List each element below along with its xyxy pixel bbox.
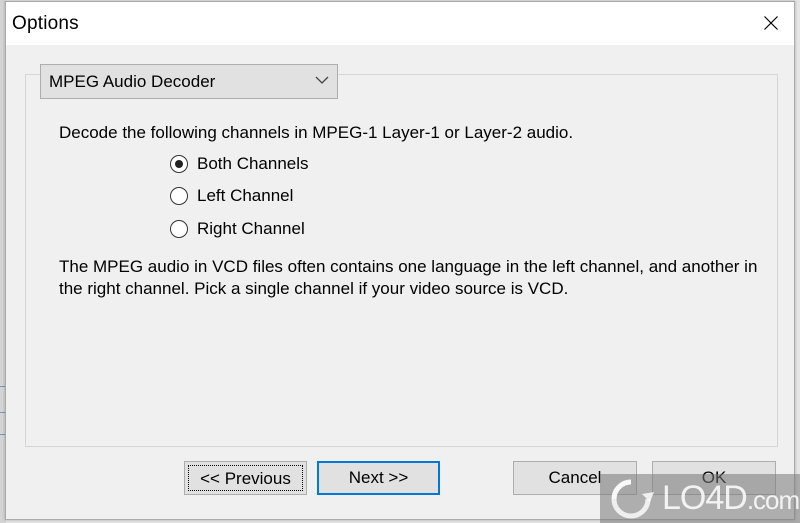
close-icon	[764, 16, 778, 30]
options-dialog: Options MPEG Audio Decoder Decode the fo…	[5, 1, 795, 520]
lo4d-watermark: LO4D.com	[600, 474, 800, 523]
decoder-select[interactable]: MPEG Audio Decoder	[40, 64, 338, 99]
radio-button[interactable]	[170, 220, 188, 238]
decoder-select-value: MPEG Audio Decoder	[49, 72, 216, 91]
chevron-down-icon	[315, 76, 329, 84]
radio-label: Both Channels	[197, 154, 309, 173]
window-title: Options	[12, 13, 79, 34]
close-button[interactable]	[748, 2, 794, 45]
lo4d-logo-icon	[611, 479, 654, 519]
title-bar: Options	[6, 2, 794, 45]
radio-label: Left Channel	[197, 186, 294, 205]
radio-button[interactable]	[170, 187, 188, 205]
radio-dot	[174, 159, 183, 168]
next-button[interactable]: Next >>	[317, 461, 440, 495]
watermark-suffix: .com	[746, 485, 800, 515]
channel-prompt: Decode the following channels in MPEG-1 …	[59, 123, 574, 142]
radio-button-checked[interactable]	[170, 155, 188, 173]
previous-button-label: << Previous	[188, 465, 303, 491]
watermark-text: LO4D.com	[662, 479, 800, 518]
radio-label: Right Channel	[197, 219, 305, 238]
previous-button[interactable]: << Previous	[184, 461, 307, 495]
vcd-note: The MPEG audio in VCD files often contai…	[59, 257, 758, 298]
watermark-brand: LO4D	[662, 479, 748, 517]
